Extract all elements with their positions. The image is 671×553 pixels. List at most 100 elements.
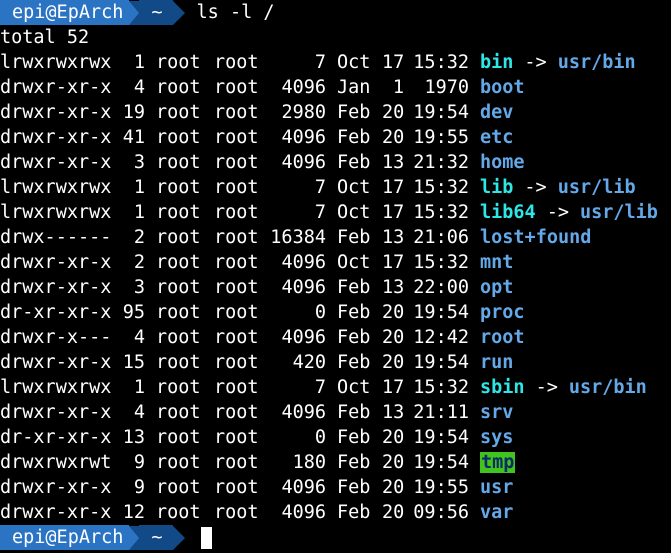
entry-name: sbin: [480, 377, 525, 398]
entry-group: root: [214, 377, 259, 398]
entry-name: boot: [480, 77, 525, 98]
entry-size: 7: [314, 202, 326, 223]
entry-link-count: 2: [133, 252, 145, 273]
entry-size: 0: [314, 302, 326, 323]
entry-name-group: sys: [480, 425, 513, 450]
command-text: ls -l /: [196, 2, 275, 23]
symlink-target: usr/bin: [557, 52, 636, 73]
directory-listing: lrwxrwxrwx 1 root root 7 Oct 17 15:32 bin -> usr/b…: [0, 50, 671, 525]
entry-month: Feb: [337, 402, 371, 423]
entry-name: var: [480, 502, 514, 523]
entry-name: lost+found: [480, 227, 592, 248]
entry-link-count: 4: [133, 327, 145, 348]
entry-name-group: boot: [480, 75, 525, 100]
symlink-arrow: ->: [546, 202, 569, 223]
entry-link-count: 9: [133, 477, 145, 498]
entry-month: Feb: [337, 477, 371, 498]
entry-month: Feb: [337, 102, 371, 123]
listing-row: drwxr-xr-x 4 root root 4096 Feb 13 21:11 srv: [0, 400, 671, 425]
entry-link-count: 13: [122, 427, 145, 448]
listing-row: drwxr-xr-x 19 root root 2980 Feb 20 19:54 dev: [0, 100, 671, 125]
entry-group: root: [214, 352, 259, 373]
entry-month: Feb: [337, 302, 371, 323]
entry-name: etc: [480, 127, 514, 148]
entry-time: 22:00: [413, 277, 469, 298]
entry-month: Jan: [337, 77, 371, 98]
listing-row: drwxr-xr-x 41 root root 4096 Feb 20 19:55 etc: [0, 125, 671, 150]
prompt-line-active[interactable]: epi@EpArch ~: [0, 525, 671, 550]
entry-day: 20: [382, 477, 405, 498]
entry-permissions: dr-xr-xr-x: [0, 427, 112, 448]
prompt-separator-arrow: [129, 0, 140, 25]
entry-owner: root: [156, 377, 201, 398]
entry-month: Feb: [337, 127, 371, 148]
entry-group: root: [214, 452, 259, 473]
entry-day: 20: [382, 327, 405, 348]
entry-time: 19:54: [413, 352, 469, 373]
entry-group: root: [214, 52, 259, 73]
entry-size: 0: [314, 427, 326, 448]
entry-time: 19:55: [413, 477, 469, 498]
entry-group: root: [214, 327, 259, 348]
entry-time: 19:54: [413, 102, 469, 123]
entry-group: root: [214, 277, 259, 298]
entry-time: 15:32: [413, 377, 469, 398]
entry-group: root: [214, 127, 259, 148]
entry-time: 15:32: [413, 202, 469, 223]
entry-name-group: proc: [480, 300, 525, 325]
entry-owner: root: [156, 152, 201, 173]
entry-month: Oct: [337, 177, 371, 198]
entry-size: 4096: [281, 277, 326, 298]
prompt-directory: ~: [139, 0, 173, 25]
entry-link-count: 1: [133, 177, 145, 198]
listing-row: drwxr-xr-x 4 root root 4096 Jan 1 1970 boot: [0, 75, 671, 100]
entry-month: Feb: [337, 427, 371, 448]
entry-month: Feb: [337, 277, 371, 298]
entry-name: usr: [480, 477, 514, 498]
entry-permissions: drwxr-xr-x: [0, 477, 112, 498]
entry-owner: root: [156, 102, 201, 123]
terminal-window[interactable]: epi@EpArch ~ ls -l / total 52 lrwxrwxrwx…: [0, 0, 671, 553]
entry-day: 1: [392, 77, 404, 98]
entry-permissions: drwxrwxrwt: [0, 452, 112, 473]
symlink-arrow: ->: [524, 177, 547, 198]
entry-name-group: home: [480, 150, 525, 175]
entry-month: Oct: [337, 252, 371, 273]
entry-size: 4096: [281, 77, 326, 98]
entry-name-group: etc: [480, 125, 513, 150]
entry-month: Oct: [337, 377, 371, 398]
entry-owner: root: [156, 502, 201, 523]
entry-month: Oct: [337, 52, 371, 73]
entry-permissions: drwxr-xr-x: [0, 402, 112, 423]
entry-name-group: tmp: [480, 450, 516, 475]
entry-name: home: [480, 152, 525, 173]
entry-time: 21:32: [413, 152, 469, 173]
entry-time: 15:32: [413, 252, 469, 273]
entry-owner: root: [156, 302, 201, 323]
entry-size: 7: [314, 177, 326, 198]
entry-name: lib: [480, 177, 514, 198]
entry-month: Feb: [337, 327, 371, 348]
entry-owner: root: [156, 127, 201, 148]
entry-time: 15:32: [413, 52, 469, 73]
entry-permissions: drwxr-xr-x: [0, 277, 112, 298]
entry-size: 420: [292, 352, 326, 373]
entry-size: 4096: [281, 152, 326, 173]
entry-time: 15:32: [413, 177, 469, 198]
entry-permissions: drwxr-xr-x: [0, 502, 112, 523]
entry-name-group: srv: [480, 400, 513, 425]
listing-row: drwxr-xr-x 15 root root 420 Feb 20 19:54 run: [0, 350, 671, 375]
text-cursor[interactable]: [200, 526, 212, 549]
entry-month: Feb: [337, 152, 371, 173]
entry-month: Feb: [337, 352, 371, 373]
entry-owner: root: [156, 252, 201, 273]
entry-owner: root: [156, 477, 201, 498]
prompt-directory: ~: [139, 525, 173, 550]
entry-name-group: dev: [480, 100, 513, 125]
entry-group: root: [214, 152, 259, 173]
entry-name: lib64: [480, 202, 536, 223]
entry-name: dev: [480, 102, 514, 123]
entry-owner: root: [156, 427, 201, 448]
listing-row: drwxr-x--- 4 root root 4096 Feb 20 12:42 root: [0, 325, 671, 350]
entry-time: 09:56: [413, 502, 469, 523]
